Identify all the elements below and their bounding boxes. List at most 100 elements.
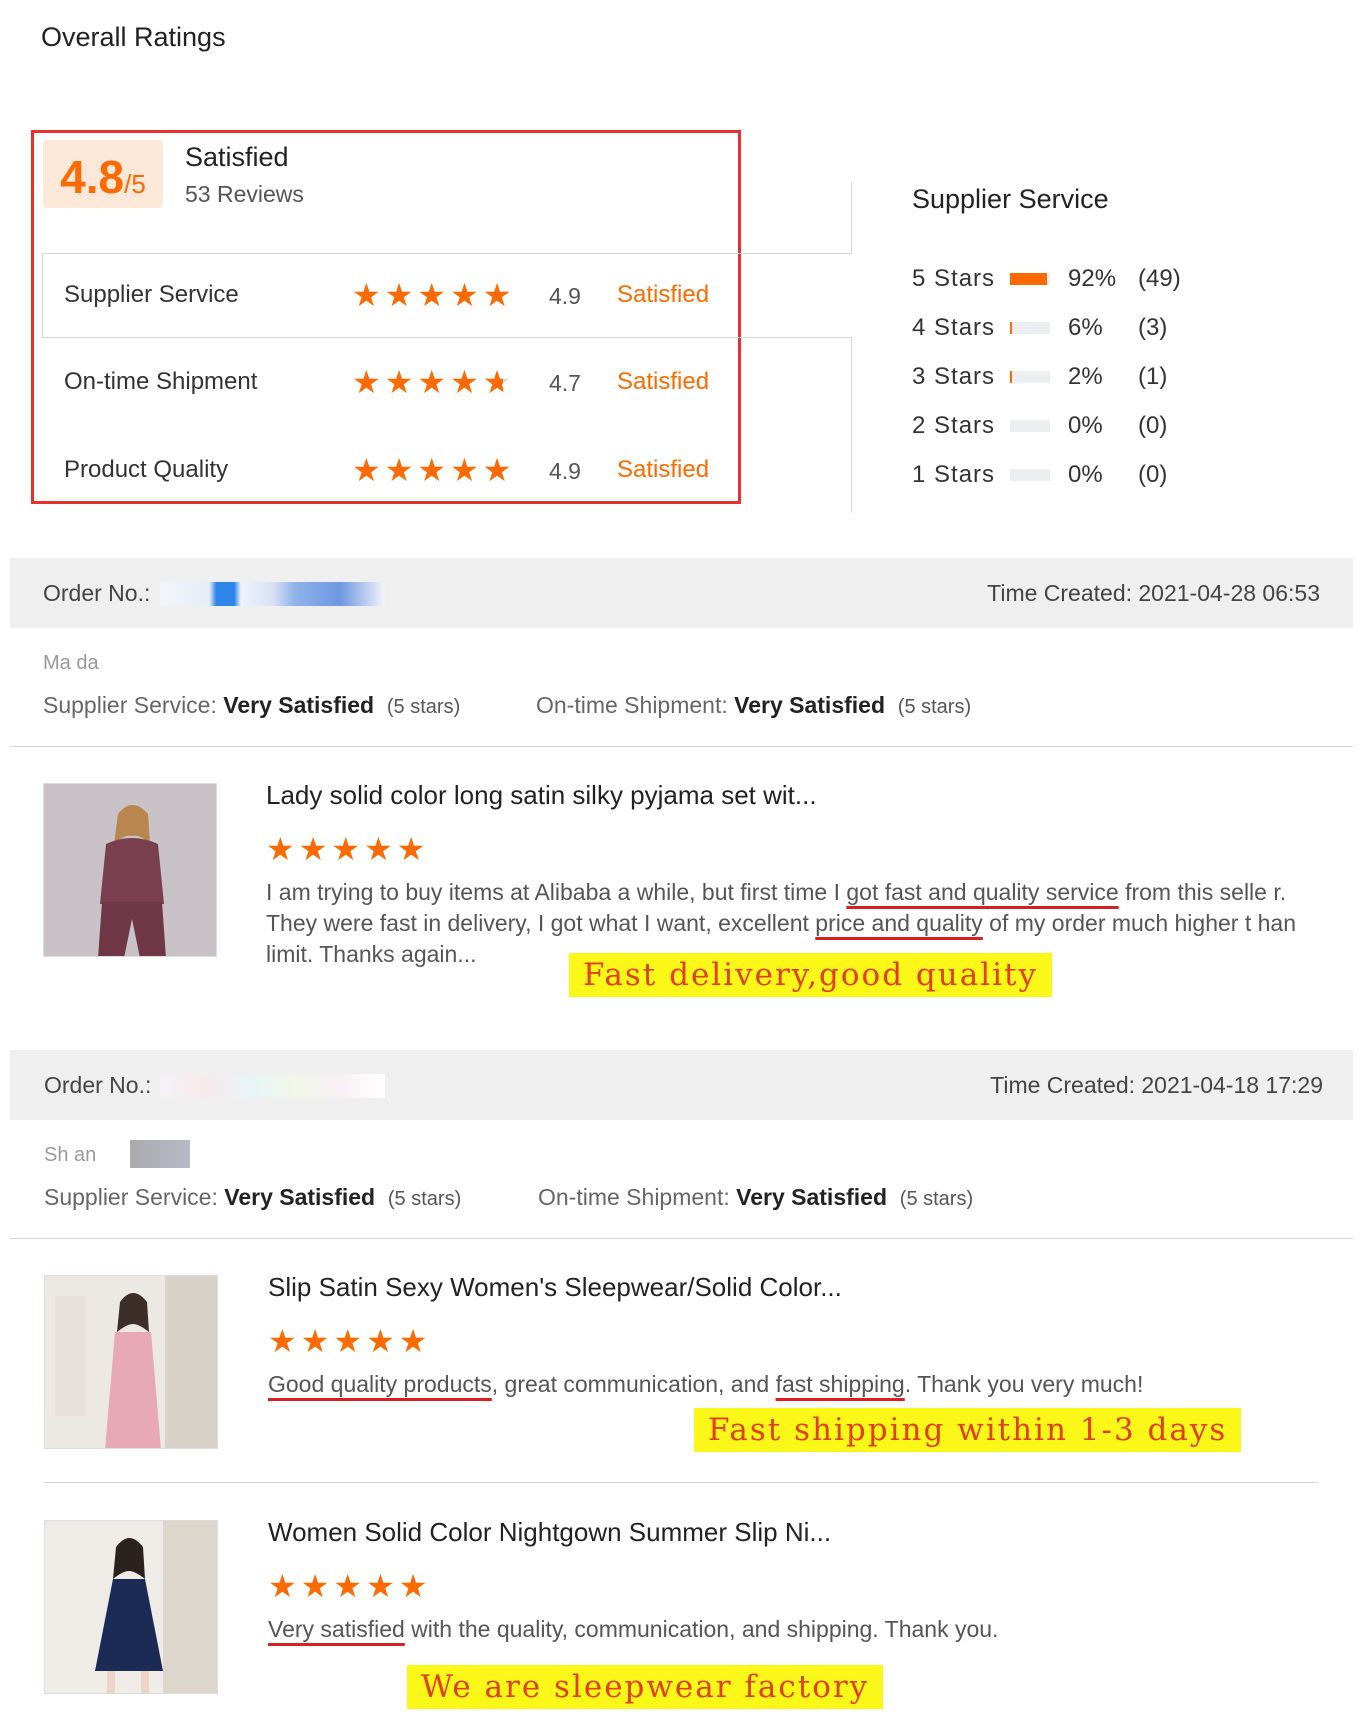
star-icon: ★ [352, 451, 381, 489]
star-icon: ★ [300, 1322, 330, 1360]
product-thumbnail[interactable] [44, 1275, 218, 1449]
review-text-underlined: Good quality products [268, 1371, 492, 1397]
distribution-row[interactable]: 2 Stars 0% (0) [912, 409, 1167, 443]
rating-row-label: On-time Shipment [64, 368, 258, 395]
supplier-service-label: Supplier Service: [44, 1184, 218, 1210]
supplier-service-rating: Supplier Service: Very Satisfied (5 star… [43, 692, 460, 719]
star-icon: ★ [366, 1567, 395, 1605]
star-icon: ★ [398, 1322, 428, 1360]
distribution-bar-fill [1010, 371, 1012, 383]
shipment-value: Very Satisfied [736, 1184, 887, 1210]
product-title[interactable]: Slip Satin Sexy Women's Sleepwear/Solid … [268, 1272, 842, 1303]
rating-row-score: 4.7 [549, 370, 581, 396]
distribution-label: 2 Stars [912, 412, 996, 439]
distribution-label: 4 Stars [912, 314, 996, 341]
distribution-bar [1010, 322, 1050, 334]
highlight-banner: Fast shipping within 1-3 days [694, 1408, 1242, 1452]
distribution-count: (0) [1138, 412, 1168, 439]
shipment-label: On-time Shipment: [536, 692, 728, 718]
star-icon: ★ [266, 830, 295, 868]
rating-row-label: Supplier Service [64, 281, 239, 308]
star-icon: ★ [333, 1322, 363, 1360]
distribution-row[interactable]: 3 Stars 2% (1) [912, 360, 1167, 394]
distribution-row[interactable]: 1 Stars 0% (0) [912, 458, 1167, 492]
shipment-stars: (5 stars) [899, 1188, 974, 1210]
star-icon: ★ [398, 1567, 428, 1605]
distribution-row[interactable]: 4 Stars 6% (3) [912, 311, 1167, 345]
star-icon: ★ ★ [482, 363, 512, 401]
divider [42, 253, 43, 338]
shipment-label: On-time Shipment: [538, 1184, 730, 1210]
star-rating: ★ ★ ★ ★ ★ ★ [352, 279, 511, 311]
review-text-underlined: price and quality [815, 910, 983, 936]
star-icon: ★ [366, 1322, 395, 1360]
distribution-percent: 2% [1068, 363, 1103, 390]
review-text-part: I am trying to buy items at Alibaba a wh… [266, 879, 847, 905]
star-icon: ★ [450, 276, 479, 314]
star-icon: ★ [396, 830, 426, 868]
product-photo [44, 784, 216, 956]
overall-score-badge: 4.8/5 [43, 140, 163, 208]
distribution-bar-fill [1010, 273, 1047, 285]
redacted-order-number [160, 1074, 385, 1098]
star-icon: ★ [417, 276, 447, 314]
distribution-percent: 0% [1068, 412, 1103, 439]
star-icon: ★ [384, 276, 414, 314]
review-text-underlined: got fast and quality service [846, 879, 1119, 905]
overall-score-suffix: /5 [124, 169, 146, 199]
supplier-service-stars: (5 stars) [386, 696, 461, 718]
distribution-label: 3 Stars [912, 363, 996, 390]
product-title[interactable]: Lady solid color long satin silky pyjama… [266, 780, 817, 811]
shipment-value: Very Satisfied [734, 692, 885, 718]
distribution-bar-fill [1010, 322, 1012, 334]
distribution-percent: 0% [1068, 461, 1103, 488]
star-rating: ★ ★ ★ ★ ★ ★ [352, 454, 511, 486]
star-icon: ★ ★ [482, 451, 512, 489]
order-number-label: Order No.: [44, 1072, 152, 1098]
distribution-bar [1010, 420, 1050, 432]
rating-row-score: 4.9 [549, 458, 581, 484]
distribution-count: (1) [1138, 363, 1168, 390]
star-icon: ★ [298, 830, 328, 868]
product-title[interactable]: Women Solid Color Nightgown Summer Slip … [268, 1517, 831, 1548]
distribution-count: (0) [1138, 461, 1168, 488]
divider [42, 337, 852, 338]
divider [44, 1482, 1318, 1483]
supplier-service-value: Very Satisfied [224, 1184, 376, 1210]
distribution-bar [1010, 469, 1050, 481]
buyer-name: Sh an [44, 1144, 97, 1166]
star-rating: ★ ★ ★ ★ ★ ★ [352, 366, 511, 398]
product-photo [45, 1521, 217, 1693]
distribution-count: (49) [1138, 265, 1181, 292]
review-text-part: with the quality, communication, and shi… [404, 1616, 999, 1642]
distribution-title: Supplier Service [912, 184, 1109, 214]
divider [10, 1238, 1353, 1239]
highlight-banner: We are sleepwear factory [407, 1665, 884, 1709]
review-text-part: . Thank you very much! [904, 1371, 1144, 1397]
rating-row-status: Satisfied [617, 281, 710, 308]
distribution-bar [1010, 273, 1050, 285]
review-text: Very satisfied with the quality, communi… [268, 1614, 1330, 1645]
page-title: Overall Ratings [41, 22, 226, 52]
overall-label: Satisfied [185, 142, 289, 172]
redacted-buyer-name [130, 1140, 190, 1168]
star-icon: ★ [331, 830, 361, 868]
product-thumbnail[interactable] [43, 783, 217, 957]
star-icon: ★ [352, 363, 381, 401]
star-rating: ★ ★ ★ ★ ★ [268, 1570, 427, 1602]
review-count[interactable]: 53 Reviews [185, 181, 304, 208]
distribution-percent: 92% [1068, 265, 1117, 292]
star-icon: ★ [352, 276, 381, 314]
star-icon: ★ [450, 363, 479, 401]
star-icon: ★ [364, 830, 393, 868]
order-time: Time Created: 2021-04-28 06:53 [987, 580, 1320, 606]
divider [42, 253, 852, 254]
star-icon: ★ [333, 1567, 363, 1605]
distribution-row[interactable]: 5 Stars 92% (49) [912, 262, 1181, 296]
distribution-label: 1 Stars [912, 461, 996, 488]
review-text-underlined: Very satisfied [268, 1616, 405, 1642]
star-rating: ★ ★ ★ ★ ★ [268, 1325, 427, 1357]
product-thumbnail[interactable] [44, 1520, 218, 1694]
rating-row-score: 4.9 [549, 283, 581, 309]
supplier-service-value: Very Satisfied [223, 692, 375, 718]
